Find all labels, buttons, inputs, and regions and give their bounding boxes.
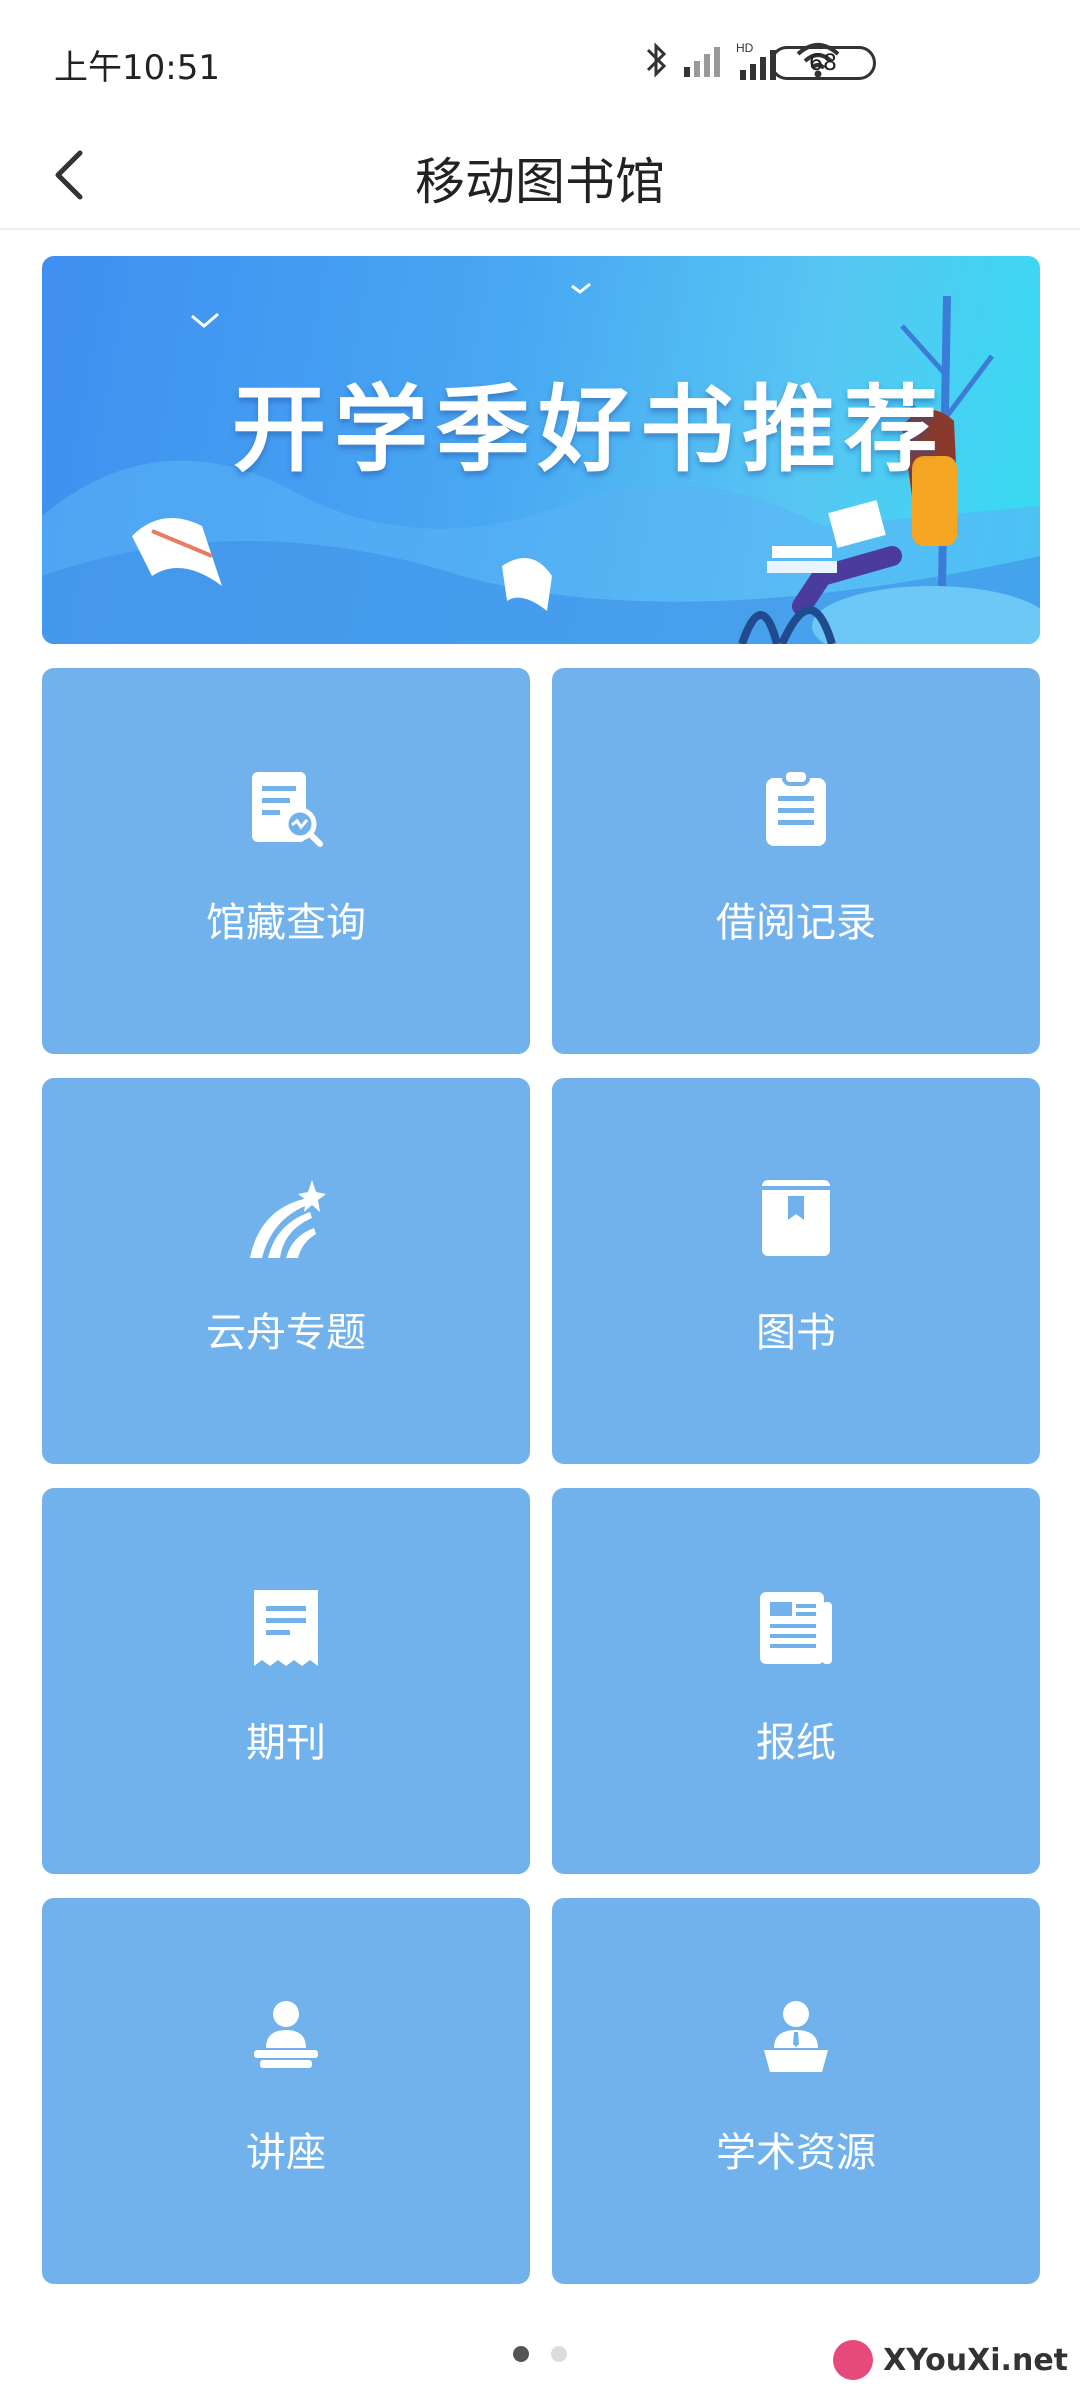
tile-label: 讲座	[246, 2130, 326, 2176]
watermark-logo-icon	[833, 2340, 874, 2380]
newspaper-icon	[760, 1592, 832, 1664]
nav-bar: 移动图书馆	[0, 120, 1080, 230]
tile-yunzhou-topics[interactable]: 云舟专题	[42, 1078, 530, 1464]
clipboard-icon	[766, 768, 826, 846]
tile-label: 学术资源	[716, 2130, 876, 2176]
watermark: XYouXi.net	[833, 2340, 1068, 2380]
page-dot-active[interactable]	[513, 2346, 530, 2362]
receipt-icon	[254, 1590, 318, 1666]
tile-lectures[interactable]: 讲座	[42, 1898, 530, 2284]
document-search-icon	[252, 772, 323, 847]
svg-text:HD: HD	[736, 41, 754, 55]
banner-title: 开学季好书推荐	[232, 376, 947, 485]
signal-icon	[684, 47, 720, 77]
promo-banner[interactable]: 开学季好书推荐	[42, 256, 1040, 644]
tile-collection-search[interactable]: 馆藏查询	[42, 668, 530, 1054]
tile-books[interactable]: 图书	[552, 1078, 1040, 1464]
bluetooth-icon	[646, 42, 667, 78]
page-dot-inactive[interactable]	[550, 2346, 567, 2362]
tile-label: 云舟专题	[206, 1310, 366, 1356]
tile-newspapers[interactable]: 报纸	[552, 1488, 1040, 1874]
shooting-star-icon	[250, 1180, 326, 1258]
watermark-text: XYouXi.net	[883, 2342, 1068, 2378]
status-bar: 上午10:51 HD 68	[0, 0, 1080, 120]
tile-journals[interactable]: 期刊	[42, 1488, 530, 1874]
book-bookmark-icon	[762, 1180, 830, 1256]
tile-borrow-records[interactable]: 借阅记录	[552, 668, 1040, 1054]
page-title: 移动图书馆	[415, 153, 665, 211]
tile-academic-resources[interactable]: 学术资源	[552, 1898, 1040, 2284]
tile-label: 图书	[756, 1310, 836, 1356]
lecture-speaker-icon	[254, 2001, 318, 2068]
tile-label: 报纸	[756, 1720, 836, 1766]
tile-label: 期刊	[246, 1720, 326, 1766]
status-time: 上午10:51	[54, 48, 220, 88]
presenter-icon	[764, 2001, 828, 2072]
tile-label: 借阅记录	[716, 900, 876, 946]
tile-label: 馆藏查询	[206, 900, 366, 946]
battery-indicator: 68	[770, 46, 876, 80]
